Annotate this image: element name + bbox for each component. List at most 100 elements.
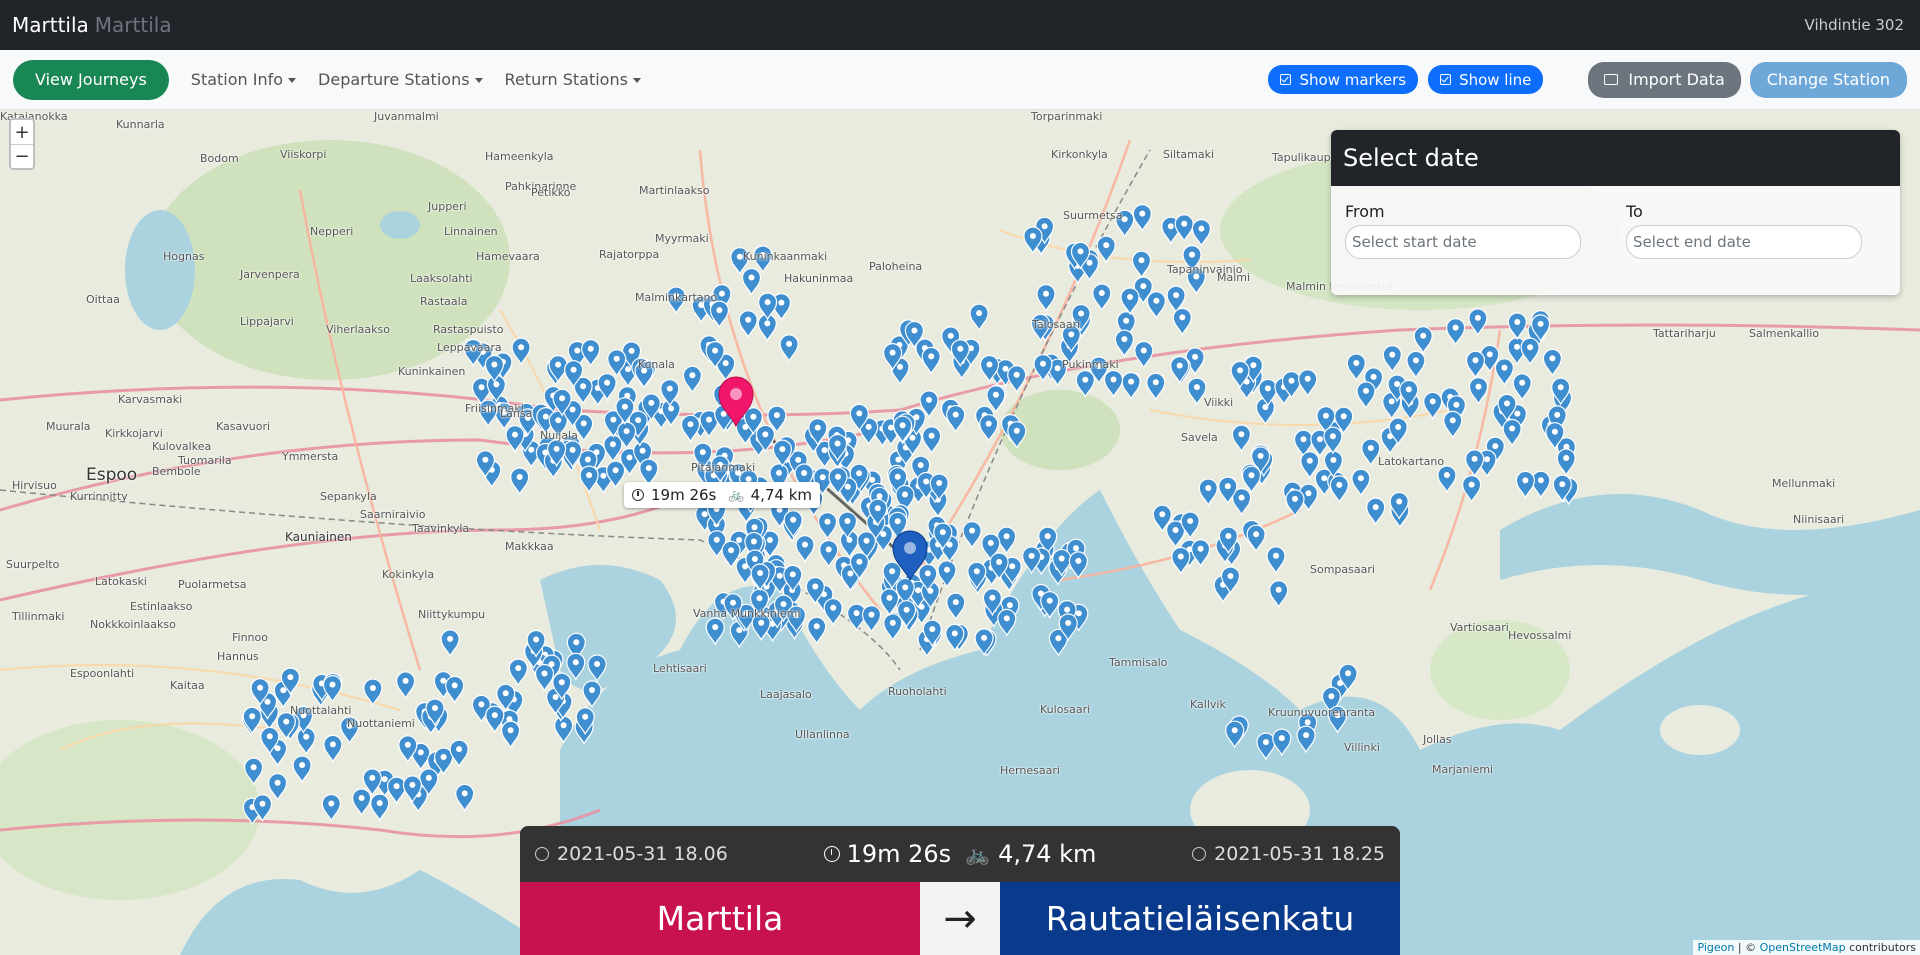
- station-marker[interactable]: [296, 727, 316, 756]
- station-marker[interactable]: [1346, 353, 1366, 382]
- station-marker[interactable]: [1542, 348, 1563, 377]
- view-journeys-button[interactable]: View Journeys: [13, 59, 169, 100]
- station-marker[interactable]: [1172, 307, 1192, 336]
- station-marker[interactable]: [455, 783, 475, 812]
- station-marker[interactable]: [1520, 337, 1540, 366]
- station-marker[interactable]: [505, 425, 525, 453]
- station-marker[interactable]: [817, 512, 838, 540]
- station-marker[interactable]: [996, 526, 1017, 555]
- station-marker[interactable]: [680, 414, 701, 443]
- station-marker[interactable]: [937, 560, 957, 589]
- change-station-button[interactable]: Change Station: [1749, 61, 1907, 98]
- station-marker[interactable]: [896, 538, 916, 567]
- station-marker[interactable]: [921, 426, 942, 455]
- station-marker[interactable]: [1036, 284, 1056, 313]
- station-marker[interactable]: [1356, 381, 1376, 410]
- station-marker[interactable]: [1296, 725, 1316, 754]
- station-marker[interactable]: [1269, 580, 1289, 609]
- station-marker[interactable]: [705, 617, 725, 646]
- osm-link[interactable]: OpenStreetMap: [1760, 941, 1846, 954]
- station-marker[interactable]: [1556, 448, 1576, 477]
- station-marker[interactable]: [738, 310, 758, 339]
- station-marker[interactable]: [1092, 283, 1112, 312]
- station-marker[interactable]: [1246, 524, 1266, 553]
- end-date-input[interactable]: [1626, 225, 1862, 259]
- station-marker[interactable]: [1285, 489, 1305, 518]
- station-marker[interactable]: [779, 334, 799, 363]
- station-marker[interactable]: [1171, 546, 1191, 575]
- station-marker[interactable]: [582, 680, 602, 709]
- start-date-input[interactable]: [1345, 225, 1581, 259]
- station-marker[interactable]: [1443, 410, 1463, 439]
- station-marker[interactable]: [1461, 475, 1482, 503]
- station-marker[interactable]: [861, 605, 882, 633]
- station-marker[interactable]: [709, 300, 730, 329]
- station-marker[interactable]: [1468, 308, 1488, 337]
- station-marker[interactable]: [501, 720, 521, 749]
- station-marker[interactable]: [1465, 350, 1486, 379]
- station-marker[interactable]: [1323, 426, 1343, 455]
- station-marker[interactable]: [1131, 250, 1152, 279]
- station-marker[interactable]: [1121, 372, 1141, 400]
- station-marker[interactable]: [242, 706, 262, 735]
- station-marker[interactable]: [969, 303, 989, 332]
- station-marker[interactable]: [946, 592, 966, 621]
- station-marker[interactable]: [1191, 219, 1212, 247]
- station-marker[interactable]: [946, 405, 966, 433]
- station-marker[interactable]: [1531, 470, 1551, 499]
- station-marker[interactable]: [449, 739, 469, 768]
- station-marker[interactable]: [682, 365, 703, 394]
- departure-stations-dropdown[interactable]: Departure Stations: [318, 70, 483, 89]
- station-marker[interactable]: [370, 793, 390, 822]
- station-marker[interactable]: [321, 793, 341, 822]
- station-info-dropdown[interactable]: Station Info: [191, 70, 297, 89]
- station-marker[interactable]: [244, 757, 264, 786]
- station-marker[interactable]: [1103, 369, 1124, 398]
- station-marker[interactable]: [534, 663, 555, 692]
- station-marker[interactable]: [511, 337, 531, 366]
- station-marker[interactable]: [396, 671, 416, 700]
- station-marker[interactable]: [1272, 728, 1292, 757]
- station-marker[interactable]: [1406, 350, 1426, 379]
- station-marker[interactable]: [603, 434, 623, 463]
- station-marker[interactable]: [1170, 356, 1190, 384]
- station-marker[interactable]: [1468, 377, 1489, 405]
- return-station-name[interactable]: Rautatieläisenkatu: [1000, 882, 1400, 955]
- station-marker[interactable]: [1366, 497, 1386, 526]
- station-marker[interactable]: [823, 598, 843, 627]
- station-marker[interactable]: [1007, 365, 1027, 394]
- station-marker[interactable]: [579, 465, 599, 494]
- station-marker[interactable]: [566, 652, 586, 681]
- station-marker[interactable]: [268, 773, 288, 802]
- station-marker[interactable]: [1512, 373, 1532, 402]
- station-marker[interactable]: [879, 588, 900, 617]
- station-marker[interactable]: [1190, 539, 1211, 568]
- station-marker[interactable]: [1198, 478, 1218, 507]
- station-marker[interactable]: [387, 776, 407, 805]
- station-marker[interactable]: [352, 788, 372, 817]
- station-marker[interactable]: [1096, 235, 1116, 264]
- station-marker[interactable]: [485, 705, 505, 734]
- station-marker[interactable]: [962, 521, 982, 549]
- station-marker[interactable]: [1146, 291, 1167, 320]
- station-marker[interactable]: [1502, 418, 1522, 447]
- show-markers-toggle[interactable]: Show markers: [1268, 65, 1419, 94]
- station-marker[interactable]: [1134, 340, 1154, 369]
- station-marker[interactable]: [445, 675, 465, 704]
- station-marker[interactable]: [795, 535, 815, 563]
- station-marker[interactable]: [1114, 329, 1135, 358]
- station-marker[interactable]: [1231, 424, 1252, 453]
- station-marker[interactable]: [1413, 326, 1433, 355]
- station-marker[interactable]: [587, 654, 607, 683]
- station-marker[interactable]: [883, 613, 903, 642]
- show-line-toggle[interactable]: Show line: [1428, 65, 1544, 94]
- station-marker[interactable]: [1423, 391, 1443, 420]
- station-marker[interactable]: [581, 339, 601, 368]
- station-marker[interactable]: [1351, 468, 1371, 497]
- station-marker[interactable]: [1225, 720, 1245, 749]
- station-marker[interactable]: [1146, 372, 1166, 401]
- station-marker[interactable]: [921, 346, 941, 375]
- zoom-in-button[interactable]: +: [11, 120, 33, 144]
- station-marker[interactable]: [1266, 546, 1286, 575]
- import-data-button[interactable]: Import Data: [1588, 61, 1741, 98]
